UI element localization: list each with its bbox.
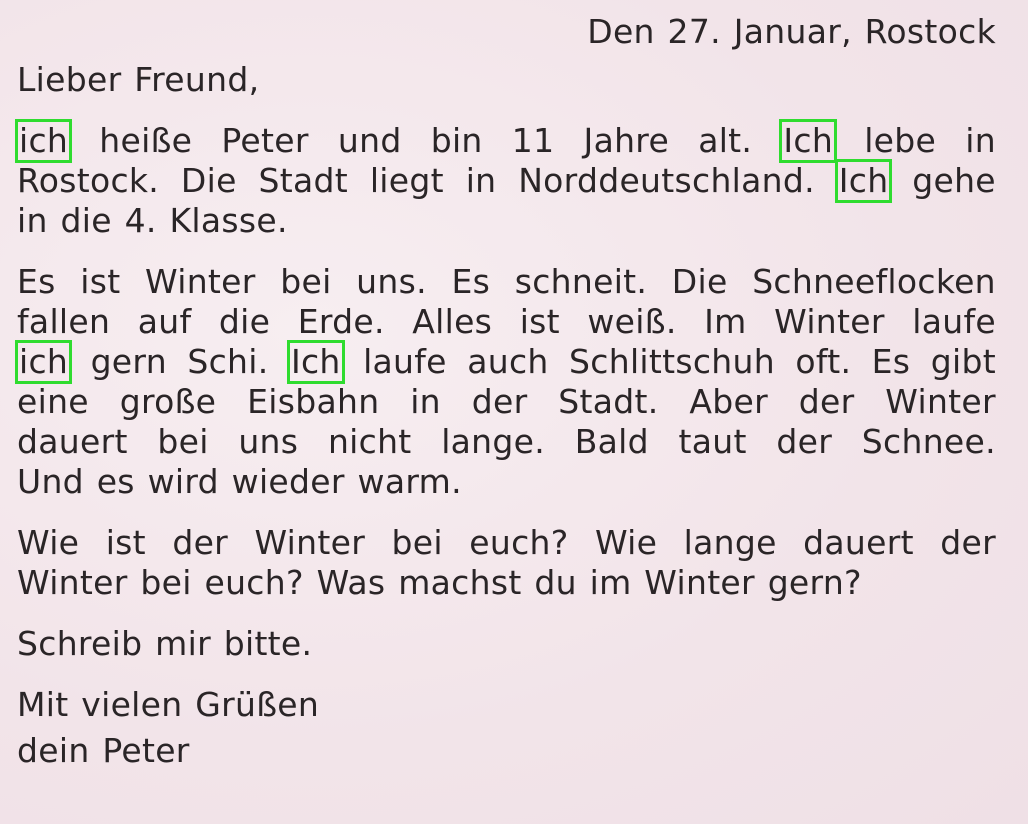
word: 11 (511, 121, 555, 160)
word: uns. (356, 262, 427, 301)
letter-page: Den 27. Januar, Rostock Lieber Freund, i… (0, 0, 1028, 824)
word: der (798, 382, 855, 421)
word: liegt (369, 161, 444, 200)
paragraph-3-line-2: Winter bei euch? Was machst du im Winter… (17, 563, 862, 602)
word: Winter (885, 382, 996, 421)
word: lange (683, 523, 777, 562)
word: Peter (221, 121, 309, 160)
letter-signature: dein Peter (17, 731, 190, 770)
word: Rostock. (17, 161, 160, 200)
word: Stadt. (558, 382, 659, 421)
word: Winter (254, 523, 366, 562)
word: Es (871, 342, 911, 381)
word: große (119, 382, 217, 421)
word: bei (157, 422, 209, 461)
word: oft. (795, 342, 852, 381)
word: lebe (864, 121, 937, 160)
word: Norddeutschland. (518, 161, 815, 200)
paragraph-3-line-1: Wie ist der Winter bei euch? Wie lange d… (17, 523, 996, 563)
word: lange. (441, 422, 546, 461)
word: Winter (145, 262, 256, 301)
word: und (337, 121, 402, 160)
highlighted-word-ich: Ich (286, 340, 345, 384)
word: Bald (574, 422, 649, 461)
word: gibt (930, 342, 996, 381)
word: gehe (912, 161, 996, 200)
word: Eisbahn (247, 382, 380, 421)
word: laufe (912, 302, 996, 341)
word: taut (678, 422, 747, 461)
word: Im (704, 302, 747, 341)
word: Winter (774, 302, 885, 341)
word: dauert (803, 523, 914, 562)
word: weiß. (587, 302, 677, 341)
letter-date: Den 27. Januar, Rostock (587, 12, 996, 51)
letter-salutation: Lieber Freund, (17, 60, 260, 99)
word: der (776, 422, 833, 461)
word: Stadt (258, 161, 349, 200)
highlighted-word-ich: Ich (779, 119, 838, 163)
word: Die (671, 262, 728, 301)
word: Schi. (187, 342, 269, 381)
word: eine (17, 382, 89, 421)
word: Schnee. (861, 422, 996, 461)
word: Die (180, 161, 237, 200)
word: Schlittschuh (569, 342, 775, 381)
word: Alles (412, 302, 493, 341)
word: bei (391, 523, 443, 562)
paragraph-2-line-3: ich gern Schi. Ich laufe auch Schlittsch… (14, 340, 996, 384)
paragraph-1-line-3: in die 4. Klasse. (17, 201, 288, 240)
word: nicht (327, 422, 412, 461)
word: der (471, 382, 528, 421)
paragraph-2-line-5: dauert bei uns nicht lange. Bald taut de… (17, 422, 996, 462)
word: Wie (17, 523, 80, 562)
word: uns (238, 422, 299, 461)
word: der (940, 523, 996, 562)
highlighted-word-ich: Ich (834, 159, 893, 203)
word: Es (451, 262, 491, 301)
word: ist (105, 523, 146, 562)
letter-closing: Mit vielen Grüßen (17, 685, 320, 724)
word: die (218, 302, 271, 341)
word: gern (90, 342, 167, 381)
word: euch? (469, 523, 569, 562)
word: Jahre (583, 121, 670, 160)
word: ist (80, 262, 121, 301)
word: in (465, 161, 497, 200)
word: Aber (689, 382, 768, 421)
word: dauert (17, 422, 128, 461)
word: bei (280, 262, 332, 301)
word: auch (467, 342, 549, 381)
highlighted-word-ich: ich (14, 119, 73, 163)
paragraph-2-line-1: Es ist Winter bei uns. Es schneit. Die S… (17, 262, 996, 302)
word: laufe (363, 342, 447, 381)
word: auf (137, 302, 192, 341)
word: ist (519, 302, 560, 341)
word: fallen (17, 302, 111, 341)
paragraph-1-line-2: Rostock. Die Stadt liegt in Norddeutschl… (17, 159, 996, 203)
paragraph-1-line-1: ich heiße Peter und bin 11 Jahre alt. Ic… (14, 119, 996, 163)
word: alt. (698, 121, 753, 160)
letter-request: Schreib mir bitte. (17, 624, 313, 663)
word: Wie (594, 523, 658, 562)
word: schneit. (514, 262, 648, 301)
word: bin (430, 121, 483, 160)
paragraph-2-line-6: Und es wird wieder warm. (17, 462, 462, 501)
paragraph-2-line-4: eine große Eisbahn in der Stadt. Aber de… (17, 382, 996, 422)
word: der (172, 523, 229, 562)
word: Es (17, 262, 56, 301)
word: in (410, 382, 441, 421)
paragraph-2-line-2: fallen auf die Erde. Alles ist weiß. Im … (17, 302, 996, 342)
word: Schneeflocken (752, 262, 996, 301)
word: Erde. (297, 302, 385, 341)
word: heiße (99, 121, 193, 160)
word: in (965, 121, 996, 160)
highlighted-word-ich: ich (14, 340, 73, 384)
